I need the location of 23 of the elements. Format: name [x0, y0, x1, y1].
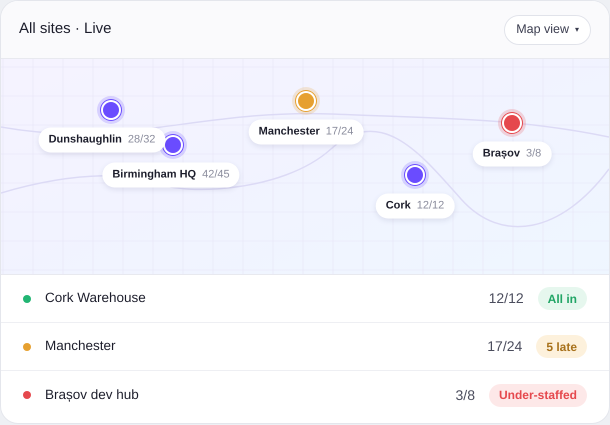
- pin-label: Manchester 17/24: [248, 120, 364, 144]
- pin-label: Dunshaughlin 28/32: [38, 128, 166, 152]
- panel-title: All sites · Live: [19, 19, 112, 40]
- site-name: Cork Warehouse: [45, 289, 147, 308]
- site-count: 17/24: [487, 337, 522, 356]
- map-view-dropdown[interactable]: Map view ▾: [504, 14, 591, 44]
- site-name: Manchester: [45, 337, 117, 356]
- site-row[interactable]: Cork Warehouse 12/12 All in: [1, 275, 609, 323]
- site-name: Brașov dev hub: [45, 386, 140, 404]
- site-row[interactable]: Manchester 17/24 5 late: [1, 323, 609, 371]
- status-badge: All in: [538, 287, 587, 310]
- map-pin[interactable]: [165, 137, 181, 153]
- site-count: 3/8: [456, 386, 475, 404]
- map-pin[interactable]: [504, 115, 520, 131]
- map-pin[interactable]: [407, 167, 423, 183]
- map-pin[interactable]: [103, 102, 119, 118]
- pin-label: Birmingham HQ 42/45: [102, 162, 240, 188]
- status-badge: Under-staffed: [488, 384, 587, 406]
- site-count: 12/12: [488, 289, 524, 308]
- status-badge: 5 late: [536, 335, 587, 358]
- pin-label: Brașov 3/8: [472, 142, 552, 166]
- site-row[interactable]: Brașov dev hub 3/8 Under-staffed: [1, 371, 609, 419]
- pin-label: Cork 12/12: [376, 194, 454, 218]
